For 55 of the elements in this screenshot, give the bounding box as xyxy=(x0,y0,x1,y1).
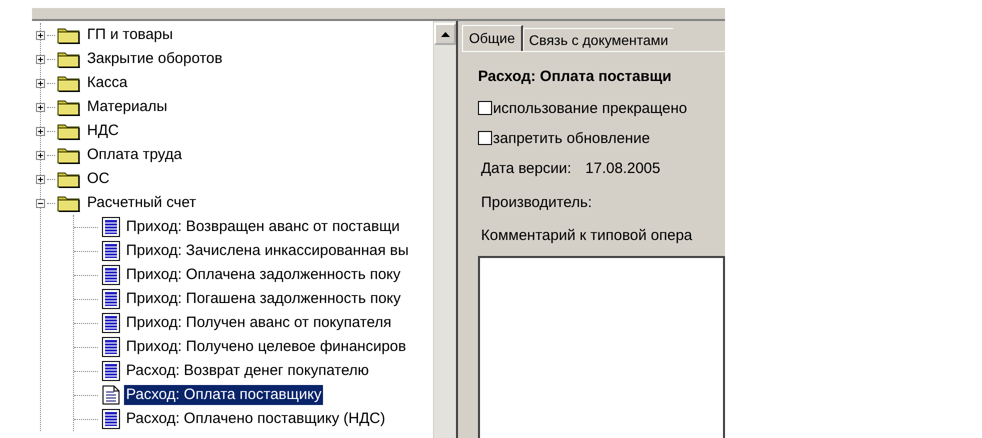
folder-icon xyxy=(57,50,81,68)
expand-icon[interactable] xyxy=(36,126,45,136)
up-arrow-icon xyxy=(440,32,450,36)
expand-icon[interactable] xyxy=(36,30,45,40)
tree-item[interactable]: Приход: Возвращен аванс от поставщи xyxy=(124,217,402,237)
document-icon xyxy=(102,241,120,261)
document-icon xyxy=(102,313,120,333)
document-icon xyxy=(102,289,120,309)
expand-icon[interactable] xyxy=(36,54,45,64)
folder-icon xyxy=(57,170,81,188)
document-icon xyxy=(102,409,120,429)
folder-icon xyxy=(57,98,81,116)
operation-title: Расход: Оплата поставщи xyxy=(478,68,673,85)
tree-item[interactable]: ГП и товары xyxy=(85,25,175,45)
tab[interactable]: Общие xyxy=(462,25,524,51)
tree-item[interactable]: Приход: Зачислена инкассированная вы xyxy=(124,241,411,261)
tree-item[interactable]: Расход: Возврат денег покупателю xyxy=(124,361,371,381)
document-icon xyxy=(102,265,120,285)
tree-item[interactable]: Приход: Получено целевое финансиров xyxy=(124,337,408,357)
tree-item[interactable]: Приход: Оплачена задолженность поку xyxy=(124,265,403,285)
tree-item[interactable]: Приход: Получен аванс от покупателя xyxy=(124,313,394,333)
date-value: 17.08.2005 xyxy=(585,160,660,176)
scroll-up-button[interactable] xyxy=(434,23,456,45)
tree-item[interactable]: Касса xyxy=(85,73,130,93)
tree-item[interactable]: Материалы xyxy=(85,97,170,117)
folder-icon xyxy=(57,26,81,44)
expand-icon[interactable] xyxy=(36,150,45,160)
collapse-icon[interactable] xyxy=(36,198,45,208)
folder-icon xyxy=(57,194,81,212)
field-label: Дата версии: xyxy=(481,160,572,176)
folder-icon xyxy=(57,122,81,140)
folder-icon xyxy=(57,74,81,92)
document-icon xyxy=(102,217,120,237)
expand-icon[interactable] xyxy=(36,102,45,112)
tree-item[interactable]: Расход: Оплачено поставщику (НДС) xyxy=(124,409,388,429)
tree-item[interactable]: Приход: Погашена задолженность поку xyxy=(124,289,403,309)
tree-item[interactable]: Оплата труда xyxy=(85,145,184,165)
tree-item[interactable]: Расчетный счет xyxy=(85,193,198,213)
document-icon xyxy=(102,361,120,381)
document-icon xyxy=(102,385,120,405)
tab[interactable]: Связь с документами xyxy=(523,28,674,51)
field-label: Комментарий к типовой опера xyxy=(481,226,692,244)
tree-item[interactable]: НДС xyxy=(85,121,121,141)
tree-item[interactable]: Закрытие оборотов xyxy=(85,49,224,69)
tree-item[interactable]: ОС xyxy=(85,169,112,189)
folder-icon xyxy=(57,146,81,164)
tree-item[interactable]: Расход: Оплата поставщику xyxy=(124,385,324,405)
checkbox[interactable]: использование прекращено xyxy=(478,93,725,123)
comment-field[interactable] xyxy=(478,256,725,438)
expand-icon[interactable] xyxy=(36,174,45,184)
expand-icon[interactable] xyxy=(36,78,45,88)
document-icon xyxy=(102,337,120,357)
checkbox[interactable]: запретить обновление xyxy=(478,123,725,153)
field-label: Производитель: xyxy=(481,194,592,210)
scrollbar[interactable] xyxy=(433,21,456,438)
